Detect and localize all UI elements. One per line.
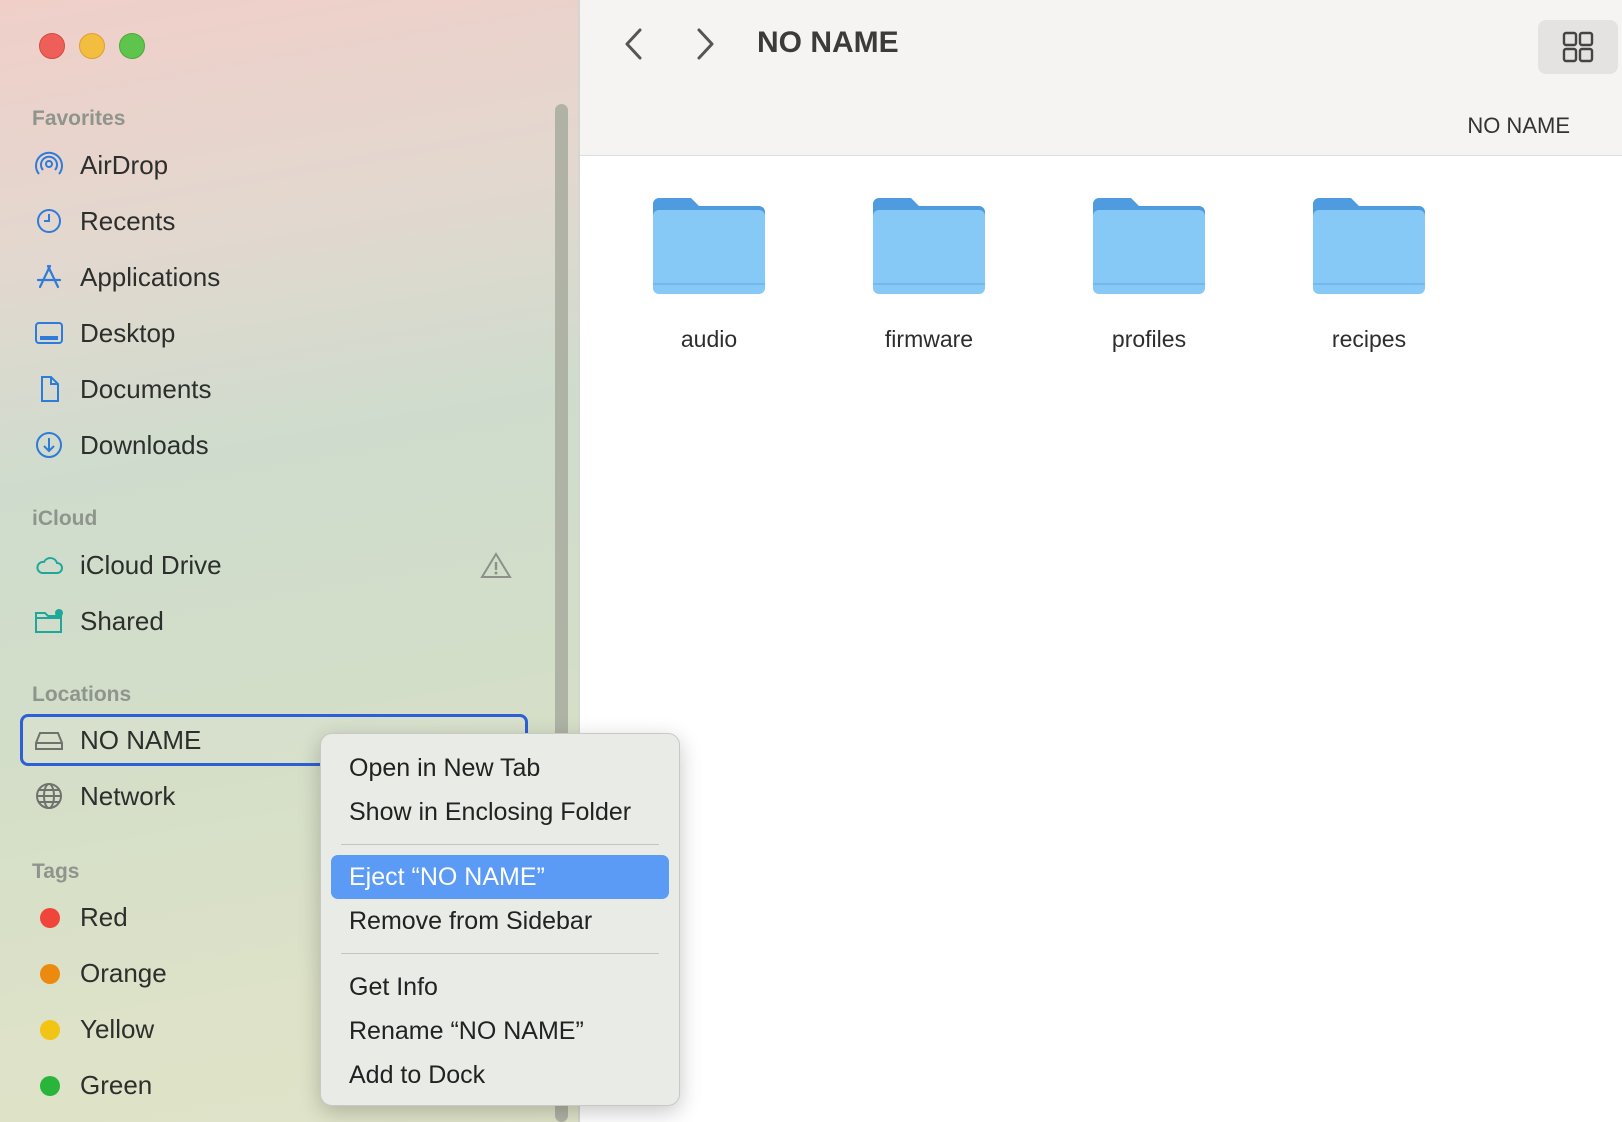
sidebar-item-label: iCloud Drive <box>80 550 222 580</box>
sidebar-item-desktop[interactable]: Desktop <box>20 307 530 359</box>
menu-item-label: Get Info <box>349 973 438 1001</box>
sidebar-item-label: Recents <box>80 206 176 236</box>
menu-item-label: Open in New Tab <box>349 754 541 782</box>
drive-icon <box>35 732 63 750</box>
chevron-right-icon <box>697 28 714 60</box>
grid-view-icon <box>1562 31 1594 63</box>
menu-item-eject[interactable]: Eject “NO NAME” <box>331 855 669 899</box>
window-title: NO NAME <box>757 26 899 59</box>
green-tag-dot <box>40 1076 60 1096</box>
warning-icon[interactable] <box>480 551 512 579</box>
sidebar-item-applications[interactable]: Applications <box>20 251 530 303</box>
zoom-window-button[interactable] <box>119 33 145 59</box>
sidebar-item-label: Yellow <box>80 1014 155 1044</box>
sidebar-item-label: Desktop <box>80 318 176 348</box>
minimize-window-button[interactable] <box>79 33 105 59</box>
red-tag-dot <box>40 908 60 928</box>
folder-icon <box>873 198 985 294</box>
section-favorites: Favorites <box>32 107 126 130</box>
applications-icon <box>36 264 62 289</box>
folder-label: recipes <box>1331 326 1407 352</box>
folder-item-profiles[interactable]: profiles <box>1059 194 1239 364</box>
back-button[interactable] <box>615 24 655 64</box>
folder-item-audio[interactable]: audio <box>619 194 799 364</box>
menu-item-label: Add to Dock <box>349 1061 486 1089</box>
forward-button[interactable] <box>685 24 725 64</box>
menu-item-show-in-enclosing-folder[interactable]: Show in Enclosing Folder <box>331 790 669 834</box>
folder-item-firmware[interactable]: firmware <box>839 194 1019 364</box>
folder-item-recipes[interactable]: recipes <box>1279 194 1459 364</box>
sidebar-item-shared[interactable]: Shared <box>20 595 530 647</box>
globe-icon <box>36 783 62 809</box>
desktop-icon <box>35 322 63 344</box>
section-locations: Locations <box>32 683 132 706</box>
folder-icon <box>1313 198 1425 294</box>
file-browser: audio firmware profiles recipes <box>580 156 1622 1122</box>
menu-item-get-info[interactable]: Get Info <box>331 965 669 1009</box>
menu-item-remove-from-sidebar[interactable]: Remove from Sidebar <box>331 899 669 943</box>
sidebar-item-label: NO NAME <box>80 725 202 755</box>
sidebar-item-documents[interactable]: Documents <box>20 363 530 415</box>
document-icon <box>41 376 59 402</box>
menu-item-open-in-new-tab[interactable]: Open in New Tab <box>331 746 669 790</box>
sidebar-item-label: Green <box>80 1070 153 1100</box>
clock-icon <box>37 209 61 233</box>
menu-item-label: Eject “NO NAME” <box>349 863 545 891</box>
folder-label: firmware <box>884 326 974 352</box>
airdrop-icon <box>35 151 63 175</box>
folder-icon <box>653 198 765 294</box>
sidebar-item-airdrop[interactable]: AirDrop <box>20 139 530 191</box>
section-tags: Tags <box>32 860 80 883</box>
sidebar-item-label: Documents <box>80 374 212 404</box>
menu-separator <box>341 844 659 845</box>
shared-folder-icon <box>35 609 63 633</box>
menu-item-label: Rename “NO NAME” <box>349 1017 584 1045</box>
sidebar-item-label: Shared <box>80 606 164 636</box>
menu-item-label: Remove from Sidebar <box>349 907 593 935</box>
menu-item-rename[interactable]: Rename “NO NAME” <box>331 1009 669 1053</box>
close-window-button[interactable] <box>39 33 65 59</box>
sidebar-item-label: Network <box>80 781 176 811</box>
menu-item-label: Show in Enclosing Folder <box>349 798 632 826</box>
menu-item-add-to-dock[interactable]: Add to Dock <box>331 1053 669 1097</box>
folder-label: audio <box>680 326 738 352</box>
sidebar-item-label: Downloads <box>80 430 209 460</box>
sidebar-item-recents[interactable]: Recents <box>20 195 530 247</box>
sidebar-item-label: Orange <box>80 958 167 988</box>
sidebar-item-label: Red <box>80 902 128 932</box>
chevron-left-icon <box>625 28 642 60</box>
sidebar-item-label: Applications <box>80 262 221 292</box>
folder-label: profiles <box>1111 326 1187 352</box>
path-label: NO NAME <box>1467 113 1570 138</box>
section-icloud: iCloud <box>32 507 98 530</box>
orange-tag-dot <box>40 964 60 984</box>
cloud-icon <box>36 557 63 574</box>
toolbar: NO NAME NO NAME <box>580 0 1622 156</box>
sidebar-item-downloads[interactable]: Downloads <box>20 419 530 471</box>
context-menu: Open in New Tab Show in Enclosing Folder… <box>320 733 680 1106</box>
menu-separator <box>341 953 659 954</box>
folder-icon <box>1093 198 1205 294</box>
view-mode-button[interactable] <box>1538 20 1618 74</box>
sidebar-item-icloud-drive[interactable]: iCloud Drive <box>20 539 530 591</box>
yellow-tag-dot <box>40 1020 60 1040</box>
download-icon <box>36 432 62 458</box>
sidebar-item-label: AirDrop <box>80 150 169 180</box>
